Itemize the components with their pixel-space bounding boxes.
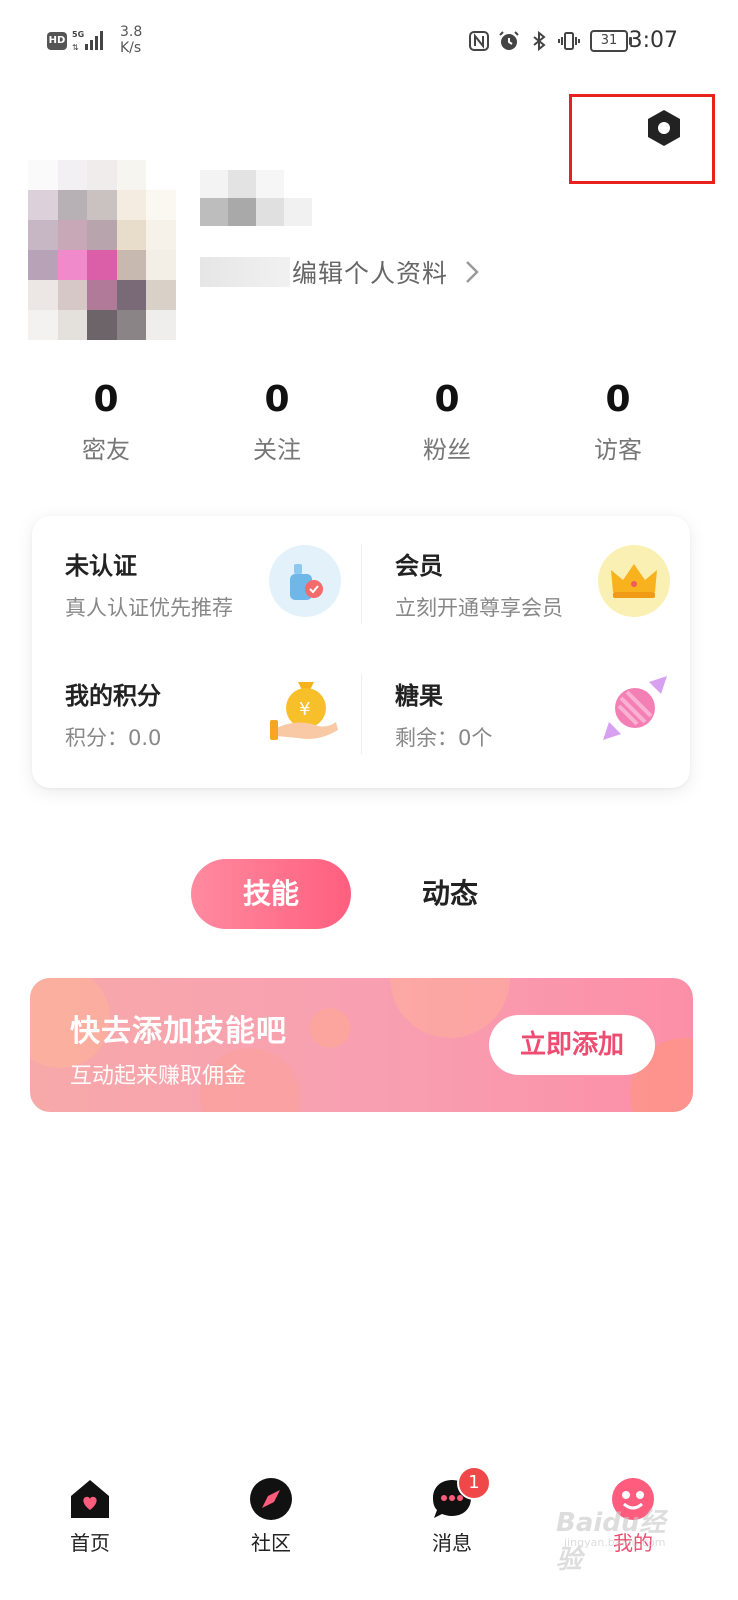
username-blurred [200,170,312,230]
stat-following-label: 关注 [253,436,301,464]
clock: 3:07 [628,28,678,53]
nav-messages-label: 消息 [432,1531,472,1555]
stat-visitors-label: 访客 [594,436,642,464]
vibrate-icon [558,32,580,50]
points-cell[interactable]: 我的积分 积分：0.0 ¥ [65,676,345,756]
battery-indicator: 31 [590,30,632,52]
candy-title: 糖果 [395,682,443,710]
compass-icon [250,1478,292,1520]
svg-text:¥: ¥ [299,699,310,720]
avatar[interactable] [28,160,176,340]
stat-friends[interactable]: 0 密友 [46,376,166,470]
candy-cell[interactable]: 糖果 剩余：0个 [395,676,675,756]
stats-row: 0 密友 0 关注 0 粉丝 0 访客 [0,376,738,476]
profile-page: HD 5G ⇅ 3.8 K/s 31 3:07 编辑个人资料 0 密友 0 关注… [0,0,738,1600]
stat-friends-label: 密友 [82,436,130,464]
nav-home[interactable]: 首页 [45,1476,135,1556]
card-divider-top [361,544,362,624]
tab-moments[interactable]: 动态 [400,859,500,929]
feature-card: 未认证 真人认证优先推荐 会员 立刻开通尊享会员 我的积分 积分：0.0 ¥ 糖… [32,516,690,788]
banner-bubble [310,1008,350,1048]
candy-subtitle: 剩余：0个 [395,726,493,750]
chevron-right-icon [466,261,479,283]
points-title: 我的积分 [65,682,161,710]
status-icons: 31 [468,26,632,56]
banner-bubble [390,978,510,1038]
status-bar: HD 5G ⇅ 3.8 K/s 31 3:07 [0,0,738,80]
hd-indicator: HD [47,32,67,50]
nfc-icon [469,31,489,51]
verify-icon [269,545,341,617]
edit-profile-link[interactable]: 编辑个人资料 [200,254,482,290]
stat-visitors-value: 0 [605,379,631,420]
edit-profile-label: 编辑个人资料 [292,259,449,288]
alarm-icon [499,31,519,50]
add-skill-banner: 快去添加技能吧 互动起来赚取佣金 立即添加 [30,978,693,1112]
nav-messages[interactable]: 1 消息 [407,1466,497,1556]
svg-text:⇅: ⇅ [72,43,79,52]
settings-highlight-box [569,94,715,184]
stat-friends-value: 0 [93,379,119,420]
member-title: 会员 [395,552,443,580]
member-subtitle: 立刻开通尊享会员 [395,596,563,620]
edit-profile-blur [200,257,290,287]
stat-fans-value: 0 [434,379,460,420]
home-icon [71,1480,109,1518]
points-subtitle: 积分：0.0 [65,726,162,750]
candy-icon [603,676,667,740]
signal-icon: 5G ⇅ [72,30,103,52]
verify-cell[interactable]: 未认证 真人认证优先推荐 [65,545,345,626]
card-divider-bottom [361,674,362,754]
stat-visitors[interactable]: 0 访客 [558,376,678,470]
stat-fans-label: 粉丝 [423,436,471,464]
add-now-button[interactable]: 立即添加 [489,1015,655,1075]
banner-subtitle: 互动起来赚取佣金 [70,1064,247,1089]
stat-following[interactable]: 0 关注 [217,376,337,470]
banner-title: 快去添加技能吧 [70,1014,287,1049]
tab-skills[interactable]: 技能 [191,859,351,929]
network-speed: 3.8 K/s [120,24,143,56]
crown-icon [598,545,670,617]
stat-following-value: 0 [264,379,290,420]
nav-community[interactable]: 社区 [226,1476,316,1556]
baidu-watermark: Baidu经验 jingyan.baidu.com [556,1498,686,1575]
stat-fans[interactable]: 0 粉丝 [387,376,507,470]
nav-home-label: 首页 [70,1531,110,1555]
settings-icon[interactable] [644,108,684,148]
money-bag-icon: ¥ [270,682,338,740]
nav-community-label: 社区 [251,1531,291,1555]
messages-badge: 1 [457,1466,491,1500]
svg-text:5G: 5G [72,30,84,39]
member-cell[interactable]: 会员 立刻开通尊享会员 [395,545,675,626]
verify-title: 未认证 [65,552,137,580]
bluetooth-icon [533,30,546,52]
watermark-url: jingyan.baidu.com [564,1536,666,1549]
verify-subtitle: 真人认证优先推荐 [65,596,233,620]
